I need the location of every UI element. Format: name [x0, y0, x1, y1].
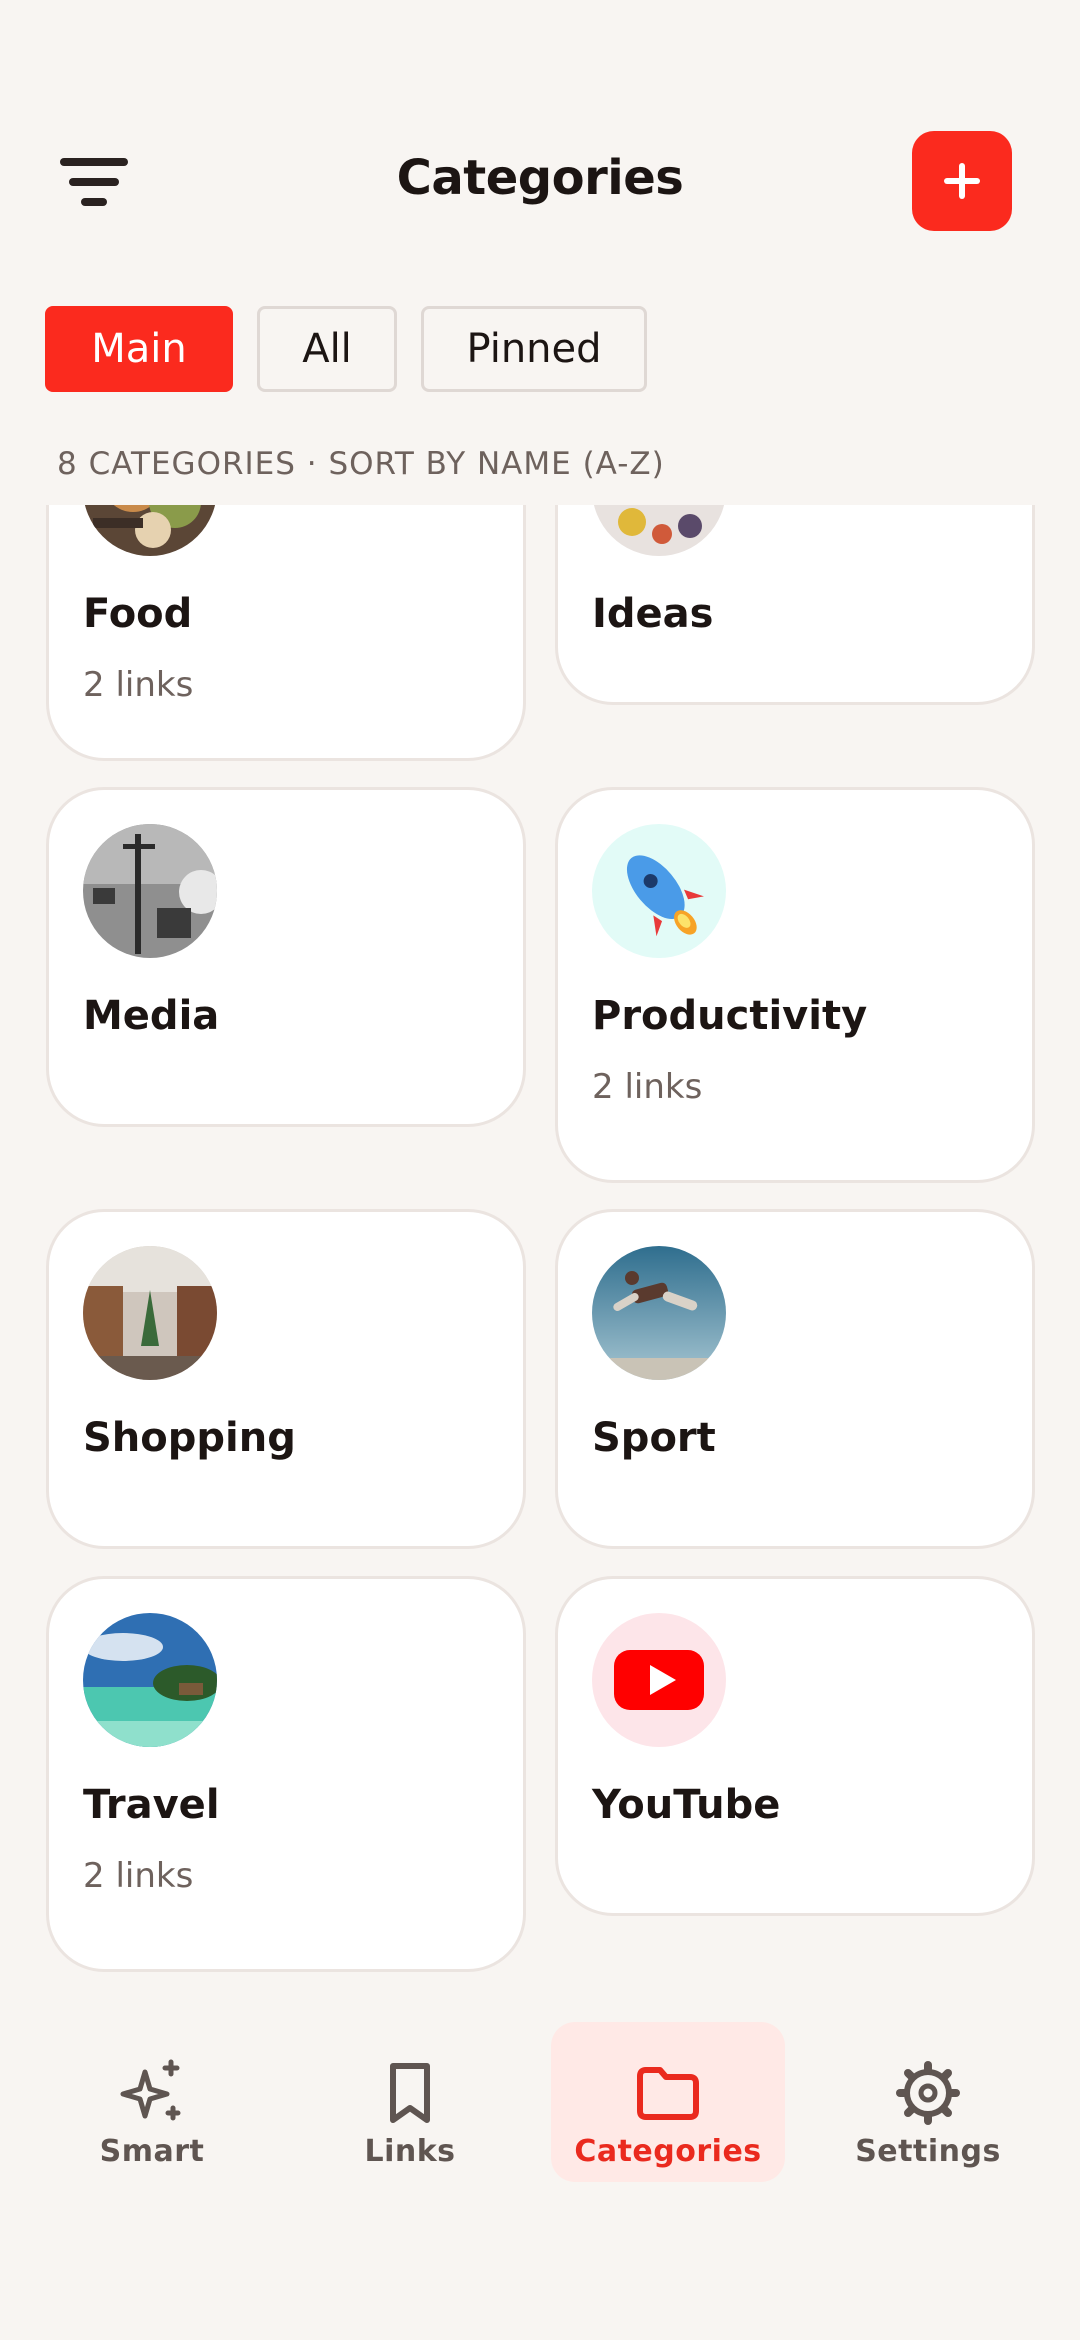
plus-icon — [944, 163, 980, 199]
nav-label: Categories — [574, 2134, 762, 2169]
bottom-navigation: Smart Links Categories Settings — [0, 2010, 1080, 2210]
nav-item-categories[interactable]: Categories — [551, 2022, 785, 2182]
nav-item-settings[interactable]: Settings — [811, 2022, 1045, 2182]
category-grid[interactable]: Food 2 links Ideas Media Productivity 2 … — [0, 505, 1080, 1980]
shopping-arcade-photo — [83, 1246, 217, 1380]
category-name: Shopping — [83, 1415, 296, 1461]
category-count: 2 links — [83, 665, 194, 705]
category-name: Food — [83, 591, 193, 637]
nav-item-links[interactable]: Links — [293, 2022, 527, 2182]
sparkles-icon — [120, 2059, 181, 2121]
category-name: Productivity — [592, 993, 868, 1039]
nav-label: Smart — [99, 2134, 205, 2169]
youtube-logo — [592, 1613, 726, 1747]
nav-label: Links — [364, 2134, 456, 2169]
add-category-button[interactable] — [912, 131, 1012, 231]
category-name: YouTube — [592, 1782, 781, 1828]
category-card-sport[interactable]: Sport — [555, 1209, 1035, 1549]
category-name: Travel — [83, 1782, 220, 1828]
category-card-ideas[interactable]: Ideas — [555, 505, 1035, 705]
rocket-emoji — [592, 824, 726, 958]
food-photo — [83, 505, 217, 556]
category-name: Media — [83, 993, 220, 1039]
category-name: Ideas — [592, 591, 714, 637]
sport-jump-photo — [592, 1246, 726, 1380]
filter-chip-pinned[interactable]: Pinned — [421, 306, 647, 392]
category-card-travel[interactable]: Travel 2 links — [46, 1576, 526, 1972]
nav-item-smart[interactable]: Smart — [35, 2022, 269, 2182]
nav-label: Settings — [855, 2134, 1001, 2169]
filter-chip-main[interactable]: Main — [45, 306, 233, 392]
media-studio-photo — [83, 824, 217, 958]
gear-icon — [896, 2061, 960, 2125]
folder-icon — [637, 2067, 699, 2120]
category-card-media[interactable]: Media — [46, 787, 526, 1127]
filter-chip-all[interactable]: All — [257, 306, 397, 392]
category-card-food[interactable]: Food 2 links — [46, 505, 526, 761]
category-card-youtube[interactable]: YouTube — [555, 1576, 1035, 1916]
category-count: 2 links — [83, 1856, 194, 1896]
category-card-productivity[interactable]: Productivity 2 links — [555, 787, 1035, 1183]
ideas-photo — [592, 505, 726, 556]
app-header: Categories — [0, 0, 1080, 280]
filter-chips: Main All Pinned — [45, 306, 647, 392]
category-name: Sport — [592, 1415, 716, 1461]
category-card-shopping[interactable]: Shopping — [46, 1209, 526, 1549]
category-summary: 8 CATEGORIES · SORT BY NAME (A-Z) — [57, 446, 665, 482]
beach-photo — [83, 1613, 217, 1747]
bookmark-icon — [390, 2063, 430, 2123]
category-count: 2 links — [592, 1067, 703, 1107]
